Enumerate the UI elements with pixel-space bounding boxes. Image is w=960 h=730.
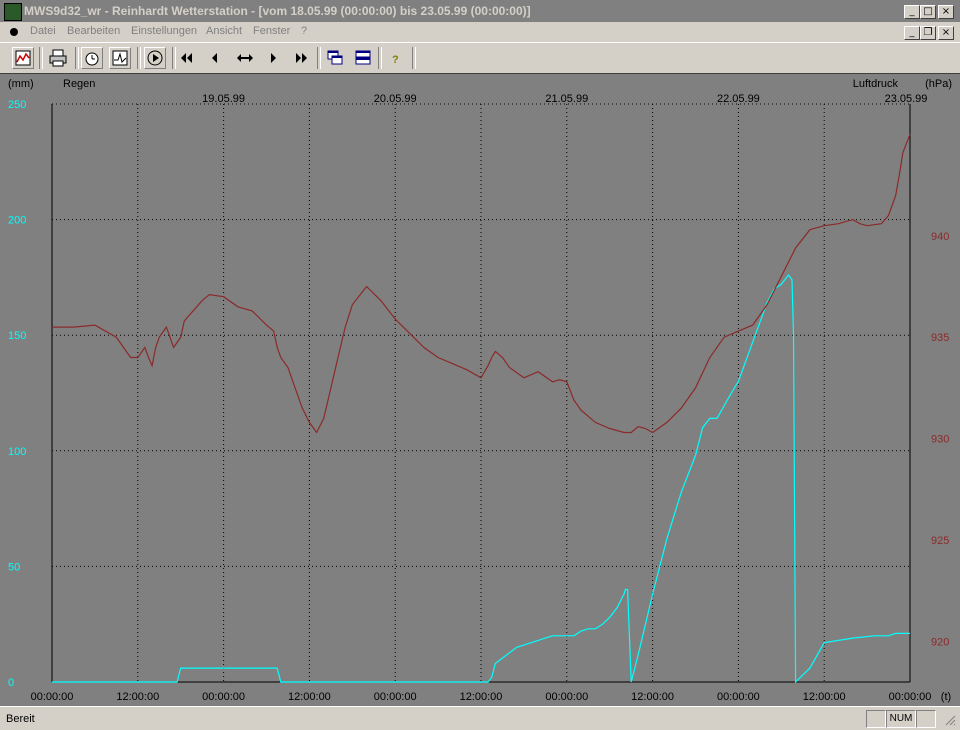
menu-einstellungen[interactable]: Einstellungen (131, 25, 197, 37)
last-icon[interactable] (290, 47, 312, 69)
minimize-button[interactable]: _ (904, 5, 920, 19)
left-tick-label: 150 (8, 330, 26, 342)
right-axis-label: Luftdruck (853, 78, 899, 90)
left-tick-labels: 0 50 100 150 200 250 (8, 99, 26, 689)
right-tick-label: 930 (931, 434, 949, 446)
clock-icon[interactable] (81, 47, 103, 69)
time-tick-label: 12:00:00 (288, 691, 331, 703)
date-tick-label: 22.05.99 (717, 93, 760, 105)
chart-icon[interactable] (12, 47, 34, 69)
menu-bearbeiten[interactable]: Bearbeiten (67, 25, 120, 37)
time-tick-label: 00:00:00 (717, 691, 760, 703)
right-tick-label: 925 (931, 535, 949, 547)
left-tick-label: 250 (8, 99, 26, 111)
app-icon (4, 3, 22, 21)
chart-area: (mm) Regen Luftdruck (hPa) (t) 0 50 100 150… (0, 73, 960, 706)
time-tick-labels: 00:00:00 12:00:00 00:00:00 12:00:00 00:00:00… (31, 691, 932, 703)
child-restore-button[interactable]: ❐ (920, 26, 936, 40)
right-tick-labels: 920 925 930 935 940 (931, 231, 949, 649)
right-axis-unit: (hPa) (925, 78, 952, 90)
left-tick-label: 0 (8, 677, 14, 689)
left-tick-label: 200 (8, 215, 26, 227)
weather-chart: (mm) Regen Luftdruck (hPa) (t) 0 50 100 150… (8, 78, 952, 703)
close-button[interactable]: × (938, 5, 954, 19)
menu-datei[interactable]: Datei (30, 25, 56, 37)
time-tick-label: 12:00:00 (116, 691, 159, 703)
toolbar-separator (75, 47, 79, 69)
first-icon[interactable] (176, 47, 198, 69)
toolbar-separator (317, 47, 321, 69)
time-tick-label: 00:00:00 (202, 691, 245, 703)
menu-fenster[interactable]: Fenster (253, 25, 290, 37)
right-tick-label: 920 (931, 636, 949, 648)
child-close-button[interactable]: × (938, 26, 954, 40)
window-title: MWS9d32_wr - Reinhardt Wetterstation - [… (24, 4, 531, 18)
status-panel-empty (866, 710, 886, 728)
date-tick-label: 19.05.99 (202, 93, 245, 105)
status-panel-empty (916, 710, 936, 728)
prev-icon[interactable] (204, 47, 226, 69)
toolbar-separator (137, 47, 141, 69)
status-bar: Bereit NUM (0, 706, 960, 730)
right-tick-label: 940 (931, 231, 949, 243)
toolbar-separator (412, 47, 416, 69)
status-num-indicator: NUM (886, 710, 916, 728)
zoom-icon[interactable] (234, 47, 256, 69)
menu-ansicht[interactable]: Ansicht (206, 25, 242, 37)
time-tick-label: 12:00:00 (803, 691, 846, 703)
left-axis-unit: (mm) (8, 78, 34, 90)
next-icon[interactable] (262, 47, 284, 69)
menu-help[interactable]: ? (301, 25, 307, 37)
cascade-icon[interactable] (324, 47, 346, 69)
tile-icon[interactable] (352, 47, 374, 69)
toolbar: ? (0, 42, 960, 74)
time-tick-label: 00:00:00 (31, 691, 74, 703)
help-icon[interactable]: ? (385, 47, 407, 69)
time-tick-label: 00:00:00 (374, 691, 417, 703)
document-icon[interactable] (10, 28, 18, 36)
time-tick-label: 00:00:00 (545, 691, 588, 703)
left-axis-label: Regen (63, 78, 95, 90)
toolbar-separator (378, 47, 382, 69)
time-tick-label: 00:00:00 (889, 691, 932, 703)
time-tick-label: 12:00:00 (631, 691, 674, 703)
resize-grip-icon[interactable] (944, 714, 956, 726)
x-axis-unit: (t) (941, 691, 951, 703)
maximize-button[interactable]: □ (920, 5, 936, 19)
title-bar: MWS9d32_wr - Reinhardt Wetterstation - [… (0, 0, 960, 22)
chart-grid (51, 103, 911, 683)
menu-bar: Datei Bearbeiten Einstellungen Ansicht F… (0, 22, 960, 42)
curve-icon[interactable] (109, 47, 131, 69)
date-tick-label: 23.05.99 (885, 93, 928, 105)
time-tick-label: 12:00:00 (460, 691, 503, 703)
right-tick-label: 935 (931, 332, 949, 344)
print-icon[interactable] (47, 47, 69, 69)
play-icon[interactable] (144, 47, 166, 69)
date-tick-label: 21.05.99 (545, 93, 588, 105)
date-tick-labels: 19.05.99 20.05.99 21.05.99 22.05.99 23.05.99 (202, 93, 927, 105)
toolbar-separator (39, 47, 43, 69)
left-tick-label: 50 (8, 561, 20, 573)
child-minimize-button[interactable]: _ (904, 26, 920, 40)
date-tick-label: 20.05.99 (374, 93, 417, 105)
status-text: Bereit (6, 713, 35, 725)
svg-text:?: ? (392, 54, 399, 66)
left-tick-label: 100 (8, 446, 26, 458)
